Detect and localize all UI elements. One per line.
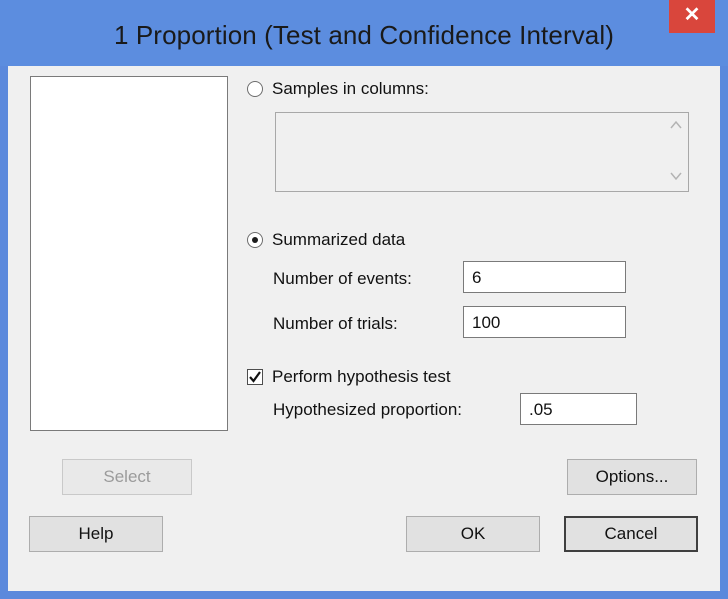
checkmark-icon [249, 371, 261, 383]
hypothesis-checkbox[interactable] [247, 369, 263, 385]
dialog-window: 1 Proportion (Test and Confidence Interv… [0, 0, 728, 599]
ok-button[interactable]: OK [406, 516, 540, 552]
trials-label: Number of trials: [273, 314, 398, 333]
trials-input[interactable]: 100 [463, 306, 626, 338]
select-button[interactable]: Select [62, 459, 192, 495]
events-label: Number of events: [273, 269, 412, 288]
samples-columns-input[interactable] [275, 112, 689, 192]
chevron-down-icon[interactable] [670, 168, 682, 185]
proportion-label: Hypothesized proportion: [273, 400, 463, 419]
summarized-label: Summarized data [272, 230, 406, 249]
summarized-radio[interactable] [247, 232, 263, 248]
radio-selected-dot [252, 237, 258, 243]
help-button[interactable]: Help [29, 516, 163, 552]
variable-list[interactable] [30, 76, 228, 431]
events-input[interactable]: 6 [463, 261, 626, 293]
options-button[interactable]: Options... [567, 459, 697, 495]
proportion-input[interactable]: .05 [520, 393, 637, 425]
dialog-body: Samples in columns: Summarized data Numb… [8, 66, 720, 591]
dialog-title: 1 Proportion (Test and Confidence Interv… [113, 20, 614, 50]
hypothesis-label: Perform hypothesis test [272, 367, 451, 386]
samples-radio[interactable] [247, 81, 263, 97]
samples-label: Samples in columns: [272, 79, 429, 98]
title-bar[interactable]: 1 Proportion (Test and Confidence Interv… [0, 0, 728, 66]
cancel-button[interactable]: Cancel [564, 516, 698, 552]
chevron-up-icon[interactable] [670, 117, 682, 134]
close-icon[interactable]: ✕ [669, 0, 715, 33]
